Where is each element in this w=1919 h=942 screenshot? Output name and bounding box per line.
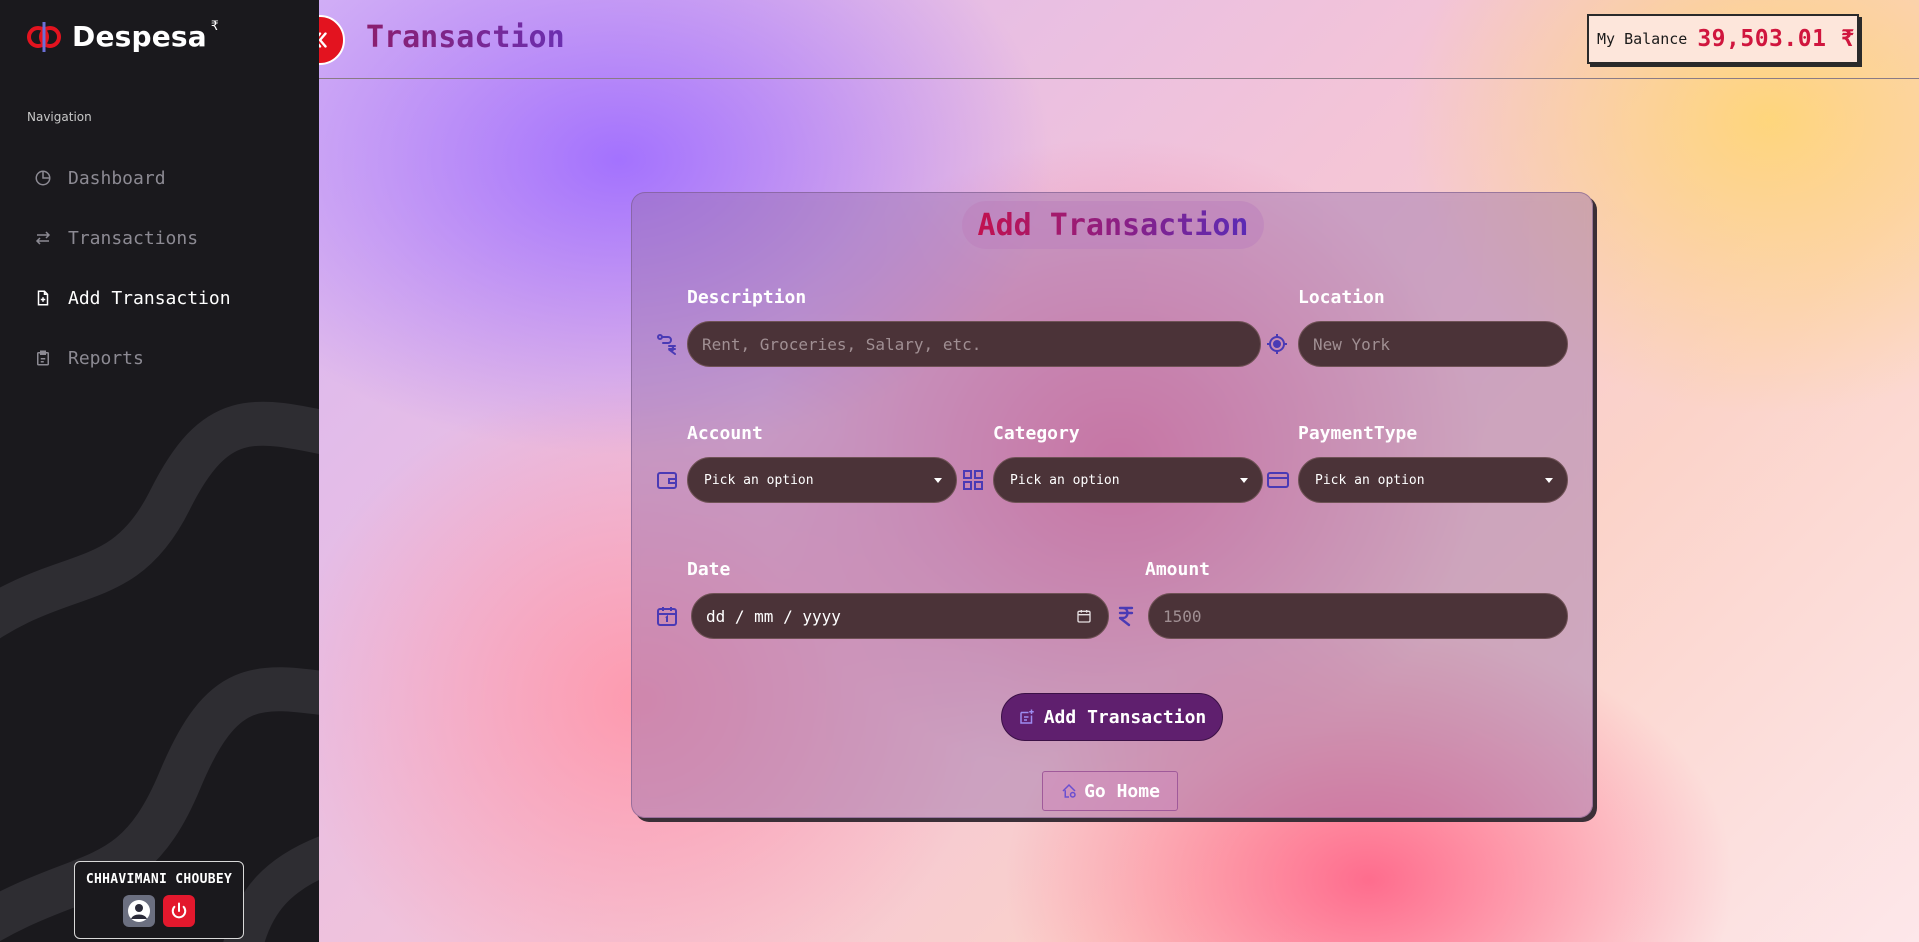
file-plus-icon [37, 290, 49, 306]
sidebar-item-label: Dashboard [68, 167, 166, 189]
form-title: Add Transaction [962, 201, 1264, 249]
amount-icon [1113, 603, 1139, 629]
pie-chart-icon [35, 170, 51, 186]
account-select-value: Pick an option [704, 472, 814, 488]
user-avatar-icon [128, 900, 150, 922]
clipboard-icon [37, 350, 49, 366]
sidebar-item-label: Add Transaction [68, 287, 231, 309]
description-input[interactable]: Rent, Groceries, Salary, etc. [687, 321, 1261, 367]
balance-value: 39,503.01 ₹ [1697, 26, 1856, 52]
sidebar-item-dashboard[interactable]: Dashboard [34, 148, 304, 208]
balance-label: My Balance [1597, 30, 1688, 48]
credit-card-icon [1267, 472, 1289, 488]
go-home-button[interactable]: Go Home [1042, 771, 1178, 811]
sidebar-item-reports[interactable]: Reports [34, 328, 304, 388]
location-input[interactable]: New York [1298, 321, 1568, 367]
brand[interactable]: Despesa ₹ [26, 18, 219, 54]
payment-type-select-value: Pick an option [1315, 472, 1425, 488]
rupee-icon [1118, 606, 1134, 627]
app-name-currency: ₹ [210, 18, 219, 34]
account-label: Account [687, 423, 763, 444]
caret-down-icon [934, 477, 942, 483]
category-label: Category [993, 423, 1080, 444]
amount-input[interactable]: 1500 [1148, 593, 1568, 639]
date-label: Date [687, 559, 731, 580]
sidebar-item-add-transaction[interactable]: Add Transaction [34, 268, 304, 328]
logout-button[interactable] [163, 895, 195, 927]
date-input-value: dd / mm / yyyy [706, 606, 841, 626]
sidebar: Despesa ₹ Navigation Dashboard Transacti… [0, 0, 319, 942]
wallet-icon [657, 472, 677, 489]
user-actions [123, 895, 195, 927]
nav-heading: Navigation [27, 110, 92, 124]
category-select-value: Pick an option [1010, 472, 1120, 488]
user-name: CHHAVIMANI CHOUBEY [85, 872, 233, 887]
decorative-swirl [0, 401, 319, 942]
nav-list: Dashboard Transactions Add Transaction R… [34, 148, 304, 388]
page-title: Transaction [366, 20, 565, 55]
account-select[interactable]: Pick an option [687, 457, 957, 503]
description-label: Description [687, 287, 807, 308]
payment-type-select[interactable]: Pick an option [1298, 457, 1568, 503]
add-transaction-button[interactable]: Add Transaction [1001, 693, 1223, 741]
balance-box: My Balance 39,503.01 ₹ [1587, 14, 1859, 64]
location-target-icon [1267, 334, 1287, 354]
power-icon [171, 902, 187, 919]
grid-icon [963, 470, 983, 490]
collapse-sidebar-button[interactable] [319, 15, 345, 65]
sidebar-item-transactions[interactable]: Transactions [34, 208, 304, 268]
home-cloud-icon [1062, 783, 1076, 798]
calendar-icon [657, 607, 677, 626]
caret-down-icon [1240, 477, 1248, 483]
go-home-button-label: Go Home [1084, 780, 1160, 802]
header-divider [319, 78, 1919, 79]
payment-type-icon [1265, 467, 1291, 493]
caret-down-icon [1545, 477, 1553, 483]
location-icon [1264, 331, 1290, 357]
add-transaction-button-label: Add Transaction [1043, 706, 1207, 728]
description-icon [654, 331, 680, 357]
category-icon [960, 467, 986, 493]
location-label: Location [1298, 287, 1385, 308]
account-icon [654, 467, 680, 493]
arrows-exchange-icon [35, 231, 51, 245]
calendar-picker-icon[interactable] [1076, 608, 1092, 624]
add-transaction-form: Add Transaction Description Rent, Grocer… [631, 192, 1593, 818]
despesa-logo-icon [27, 22, 61, 52]
payment-type-label: PaymentType [1298, 423, 1418, 444]
date-input[interactable]: dd / mm / yyyy [691, 593, 1109, 639]
note-plus-icon [1019, 709, 1034, 724]
amount-label: Amount [1145, 559, 1211, 580]
app-name: Despesa [72, 19, 207, 53]
date-icon [654, 603, 680, 629]
avatar[interactable] [123, 895, 155, 927]
double-chevron-left-icon [319, 32, 327, 48]
category-select[interactable]: Pick an option [993, 457, 1263, 503]
main-content: Transaction My Balance 39,503.01 ₹ Add T… [319, 0, 1919, 942]
sidebar-item-label: Transactions [68, 227, 199, 249]
user-card: CHHAVIMANI CHOUBEY [74, 861, 244, 939]
sidebar-item-label: Reports [68, 347, 144, 369]
route-rupee-icon [657, 334, 676, 355]
form-title-text: Add Transaction [977, 207, 1249, 243]
